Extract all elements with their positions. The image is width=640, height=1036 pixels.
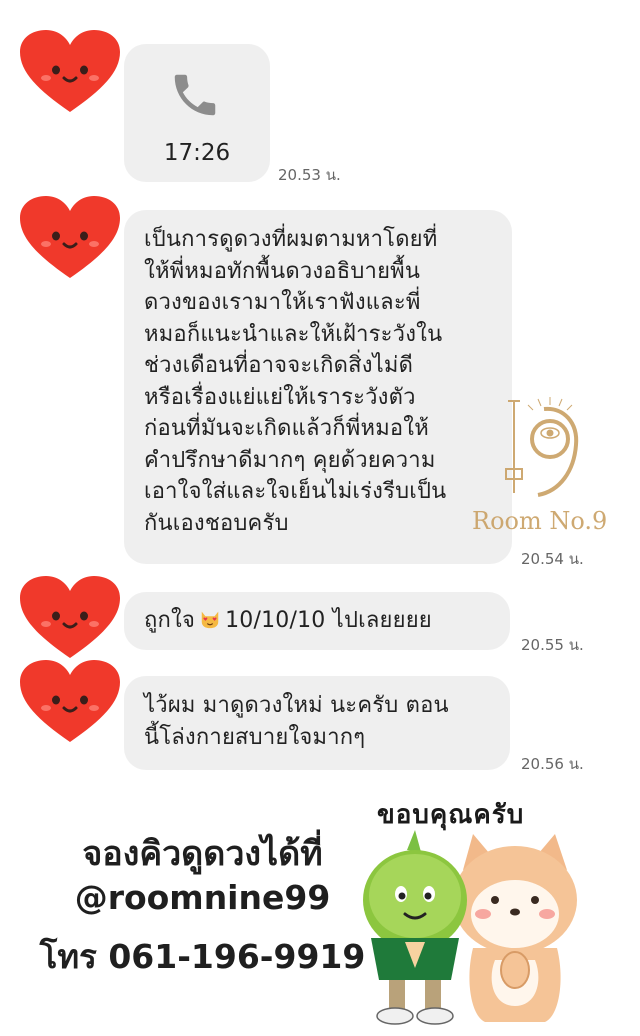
message-text: ถูกใจ 10/10/10 ไปเลยยยย: [144, 605, 510, 637]
heart-eyes-cat-emoji: [201, 611, 219, 629]
message-bubble[interactable]: ไว้ผม มาดูดวงใหม่ นะครับ ตอน นี้โล่งกายส…: [124, 676, 510, 770]
phone-icon: [174, 74, 216, 116]
message-text-after: 10/10/10 ไปเลยยยย: [225, 608, 432, 633]
booking-title: จองคิวดูดวงได้ที่: [82, 834, 323, 874]
instagram-handle[interactable]: @roomnine99: [30, 878, 375, 917]
message-time: 20.54 น.: [521, 550, 584, 568]
message-time: 20.53 น.: [278, 166, 341, 184]
message-time: 20.55 น.: [521, 636, 584, 654]
sticker-caption: ขอบคุณครับ: [377, 800, 525, 830]
heart-avatar[interactable]: [18, 658, 122, 744]
thank-you-sticker: ขอบคุณครับ: [355, 790, 595, 1026]
thank-you-sticker-icon: [363, 830, 577, 1025]
room-no9-logo-icon: [505, 397, 579, 497]
message-text: เป็นการดูดวงที่ผมตามหาโดยที่ ให้พี่หมอทั…: [144, 227, 447, 536]
call-bubble[interactable]: 17:26: [124, 44, 270, 182]
heart-avatar[interactable]: [18, 574, 122, 660]
room-no9-text: Room No.9: [472, 507, 608, 535]
message-text: ไว้ผม มาดูดวงใหม่ นะครับ ตอน นี้โล่งกายส…: [144, 693, 449, 750]
message-text-before: ถูกใจ: [144, 608, 196, 633]
message-time: 20.56 น.: [521, 755, 584, 773]
room-no9-watermark: Room No.9: [470, 395, 615, 545]
phone-number[interactable]: โทร 061-196-9919: [30, 930, 375, 983]
heart-avatar[interactable]: [18, 194, 122, 280]
call-duration: 17:26: [163, 140, 231, 166]
message-bubble[interactable]: ถูกใจ 10/10/10 ไปเลยยยย: [124, 592, 510, 650]
heart-avatar[interactable]: [18, 28, 122, 114]
message-bubble[interactable]: เป็นการดูดวงที่ผมตามหาโดยที่ ให้พี่หมอทั…: [124, 210, 512, 564]
